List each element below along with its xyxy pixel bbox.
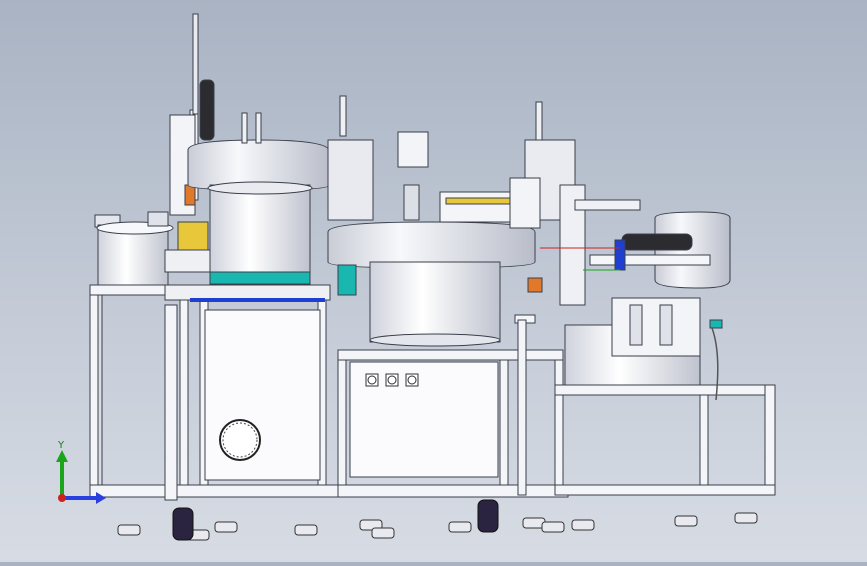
leveling-feet (117, 512, 758, 541)
x-axis-arrowhead (96, 492, 106, 504)
left-cabinet (204, 309, 321, 481)
coordinate-triad: Y (56, 440, 106, 504)
control-buttons (365, 373, 419, 387)
cad-3d-viewport[interactable]: Y (0, 0, 867, 562)
left-bowl-feeder (164, 13, 331, 302)
cooling-fan-grille (219, 419, 261, 461)
assembly-machine-model[interactable] (0, 0, 867, 562)
center-bowl-feeder (327, 95, 536, 347)
right-bowl-feeder (509, 101, 731, 386)
y-axis-arrowhead (56, 450, 68, 462)
y-axis-label: Y (57, 440, 65, 451)
caster-wheels (172, 499, 499, 541)
z-axis-dot (58, 494, 66, 502)
small-vibratory-feeder (94, 211, 174, 286)
